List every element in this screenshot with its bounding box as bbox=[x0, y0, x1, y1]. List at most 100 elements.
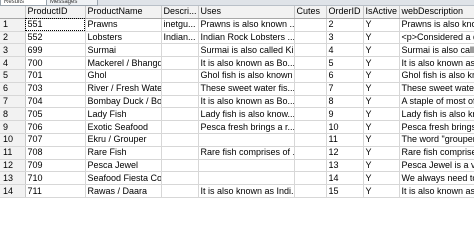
table-row[interactable]: 6 703 River / Fresh Water These sweet water… bbox=[0, 82, 474, 96]
table-cell[interactable]: These sweet water fis... bbox=[198, 82, 295, 96]
table-cell[interactable]: Pesca fresh brings a r... bbox=[198, 120, 295, 134]
table-row[interactable]: 9 706 Exotic Seafood Pesca fresh brings a r… bbox=[0, 120, 474, 134]
table-cell[interactable] bbox=[294, 82, 327, 96]
table-cell[interactable] bbox=[161, 133, 199, 147]
table-cell[interactable]: Y bbox=[363, 95, 400, 109]
table-cell[interactable]: It is also known as Indi... bbox=[198, 184, 295, 198]
table-cell[interactable] bbox=[294, 95, 327, 109]
table-row[interactable]: 7704Bombay Duck / Bombil It is also known… bbox=[0, 95, 474, 109]
table-cell[interactable]: Y bbox=[363, 171, 400, 186]
table-cell[interactable]: 13 bbox=[326, 159, 364, 173]
table-cell[interactable]: Lady Fish bbox=[85, 107, 162, 122]
table-cell[interactable]: Lady fish is also know... bbox=[198, 107, 295, 122]
table-cell[interactable]: Rare Fish bbox=[85, 146, 162, 160]
table-cell[interactable] bbox=[198, 159, 295, 173]
table-cell[interactable]: Y bbox=[363, 107, 400, 122]
row-number[interactable]: 12 bbox=[0, 159, 26, 173]
column-header[interactable]: webDescription bbox=[399, 6, 474, 19]
row-number[interactable]: 9 bbox=[0, 120, 26, 134]
table-cell[interactable]: 706 bbox=[25, 120, 86, 134]
table-cell[interactable]: It is also known as In... bbox=[399, 184, 474, 198]
table-cell[interactable] bbox=[161, 95, 199, 109]
column-header[interactable]: ProductName bbox=[85, 6, 162, 19]
column-header[interactable]: Descri... bbox=[161, 6, 199, 19]
table-cell[interactable]: 11 bbox=[326, 133, 364, 147]
table-cell[interactable]: 14 bbox=[326, 171, 364, 186]
table-cell[interactable]: Y bbox=[363, 120, 400, 134]
table-cell[interactable] bbox=[294, 69, 327, 83]
table-cell[interactable] bbox=[294, 133, 327, 147]
row-number[interactable]: 7 bbox=[0, 95, 26, 109]
table-cell[interactable]: Ghol fish is also known ... bbox=[198, 69, 295, 83]
table-cell[interactable]: 700 bbox=[25, 56, 86, 70]
table-row[interactable]: 4 700 Mackerel / Bhangda It is also known a… bbox=[0, 56, 474, 70]
table-cell[interactable]: It is also known as E... bbox=[399, 56, 474, 70]
table-row[interactable]: 3 699 Surmai Surmai is also called Ki... 4 Y S… bbox=[0, 43, 474, 58]
table-cell[interactable] bbox=[161, 146, 199, 160]
table-cell[interactable]: Surmai bbox=[85, 43, 162, 58]
table-cell[interactable]: Rawas / Daara bbox=[85, 184, 162, 198]
table-cell[interactable]: 552 bbox=[25, 31, 86, 45]
column-header[interactable]: Cutes bbox=[294, 6, 327, 19]
table-cell[interactable]: Ghol fish is also know... bbox=[399, 69, 474, 83]
table-cell[interactable] bbox=[161, 120, 199, 134]
table-cell[interactable] bbox=[161, 171, 199, 186]
table-cell[interactable]: Y bbox=[363, 146, 400, 160]
table-cell[interactable]: 701 bbox=[25, 69, 86, 83]
table-cell[interactable]: Y bbox=[363, 56, 400, 70]
table-cell[interactable]: Pesca Jewel is a vari... bbox=[399, 159, 474, 173]
row-number[interactable]: 14 bbox=[0, 184, 26, 198]
table-cell[interactable]: A staple of most of th... bbox=[399, 95, 474, 109]
table-cell[interactable] bbox=[294, 171, 327, 186]
table-cell[interactable]: 707 bbox=[25, 133, 86, 147]
table-cell[interactable] bbox=[294, 159, 327, 173]
table-cell[interactable]: Bombay Duck / Bombil bbox=[85, 95, 162, 109]
table-cell[interactable]: Surmai is also called Ki... bbox=[198, 43, 295, 58]
table-cell[interactable]: 710 bbox=[25, 171, 86, 186]
row-number[interactable]: 3 bbox=[0, 43, 26, 58]
table-cell[interactable]: 4 bbox=[326, 43, 364, 58]
row-number[interactable]: 4 bbox=[0, 56, 26, 70]
table-row[interactable]: 13710Seafood Fiesta Coo... 14YWe always n… bbox=[0, 171, 474, 186]
row-number[interactable]: 1 bbox=[0, 18, 26, 32]
table-row[interactable]: 2 552 Lobsters Indian... Indian Rock Lobster… bbox=[0, 31, 474, 45]
table-cell[interactable]: It is also known as Bo... bbox=[198, 56, 295, 70]
table-cell[interactable]: We always need to... bbox=[399, 171, 474, 186]
table-cell[interactable]: Rare fish comprises o... bbox=[399, 146, 474, 160]
table-row[interactable]: 12709Pesca Jewel 13YPesca Jewel is a vari… bbox=[0, 159, 474, 173]
table-cell[interactable]: Lady fish is also kno... bbox=[399, 107, 474, 122]
table-row[interactable]: 14 711 Rawas / Daara It is also known as In… bbox=[0, 184, 474, 198]
row-number[interactable]: 2 bbox=[0, 31, 26, 45]
table-cell[interactable]: 7 bbox=[326, 82, 364, 96]
table-cell[interactable]: 705 bbox=[25, 107, 86, 122]
table-cell[interactable] bbox=[161, 159, 199, 173]
table-cell[interactable] bbox=[161, 43, 199, 58]
row-number[interactable]: 11 bbox=[0, 146, 26, 160]
table-cell[interactable]: 6 bbox=[326, 69, 364, 83]
table-cell[interactable]: 711 bbox=[25, 184, 86, 198]
table-row[interactable]: 11 708 Rare Fish Rare fish comprises of ...… bbox=[0, 146, 474, 160]
table-cell[interactable]: 703 bbox=[25, 82, 86, 96]
table-cell[interactable]: The word "grouper"... bbox=[399, 133, 474, 147]
table-cell[interactable]: Y bbox=[363, 82, 400, 96]
table-cell[interactable]: 12 bbox=[326, 146, 364, 160]
table-cell[interactable]: Surmai is also called K... bbox=[399, 43, 474, 58]
row-number[interactable]: 10 bbox=[0, 133, 26, 147]
table-cell[interactable]: 15 bbox=[326, 184, 364, 198]
table-cell[interactable]: 551 bbox=[25, 18, 86, 32]
table-cell[interactable]: Rare fish comprises of ... bbox=[198, 146, 295, 160]
table-cell[interactable]: Y bbox=[363, 184, 400, 198]
table-cell[interactable]: inetgu... bbox=[161, 18, 199, 32]
table-cell[interactable] bbox=[294, 184, 327, 198]
table-row[interactable]: 8 705 Lady Fish Lady fish is also know... 9 Y… bbox=[0, 107, 474, 122]
table-cell[interactable]: 699 bbox=[25, 43, 86, 58]
table-cell[interactable] bbox=[161, 184, 199, 198]
table-cell[interactable] bbox=[294, 120, 327, 134]
table-cell[interactable]: Y bbox=[363, 69, 400, 83]
table-cell[interactable]: Ekru / Grouper bbox=[85, 133, 162, 147]
table-cell[interactable]: 9 bbox=[326, 107, 364, 122]
table-cell[interactable] bbox=[198, 171, 295, 186]
table-cell[interactable]: Lobsters bbox=[85, 31, 162, 45]
column-header[interactable]: IsActive bbox=[363, 6, 400, 19]
table-cell[interactable] bbox=[294, 43, 327, 58]
